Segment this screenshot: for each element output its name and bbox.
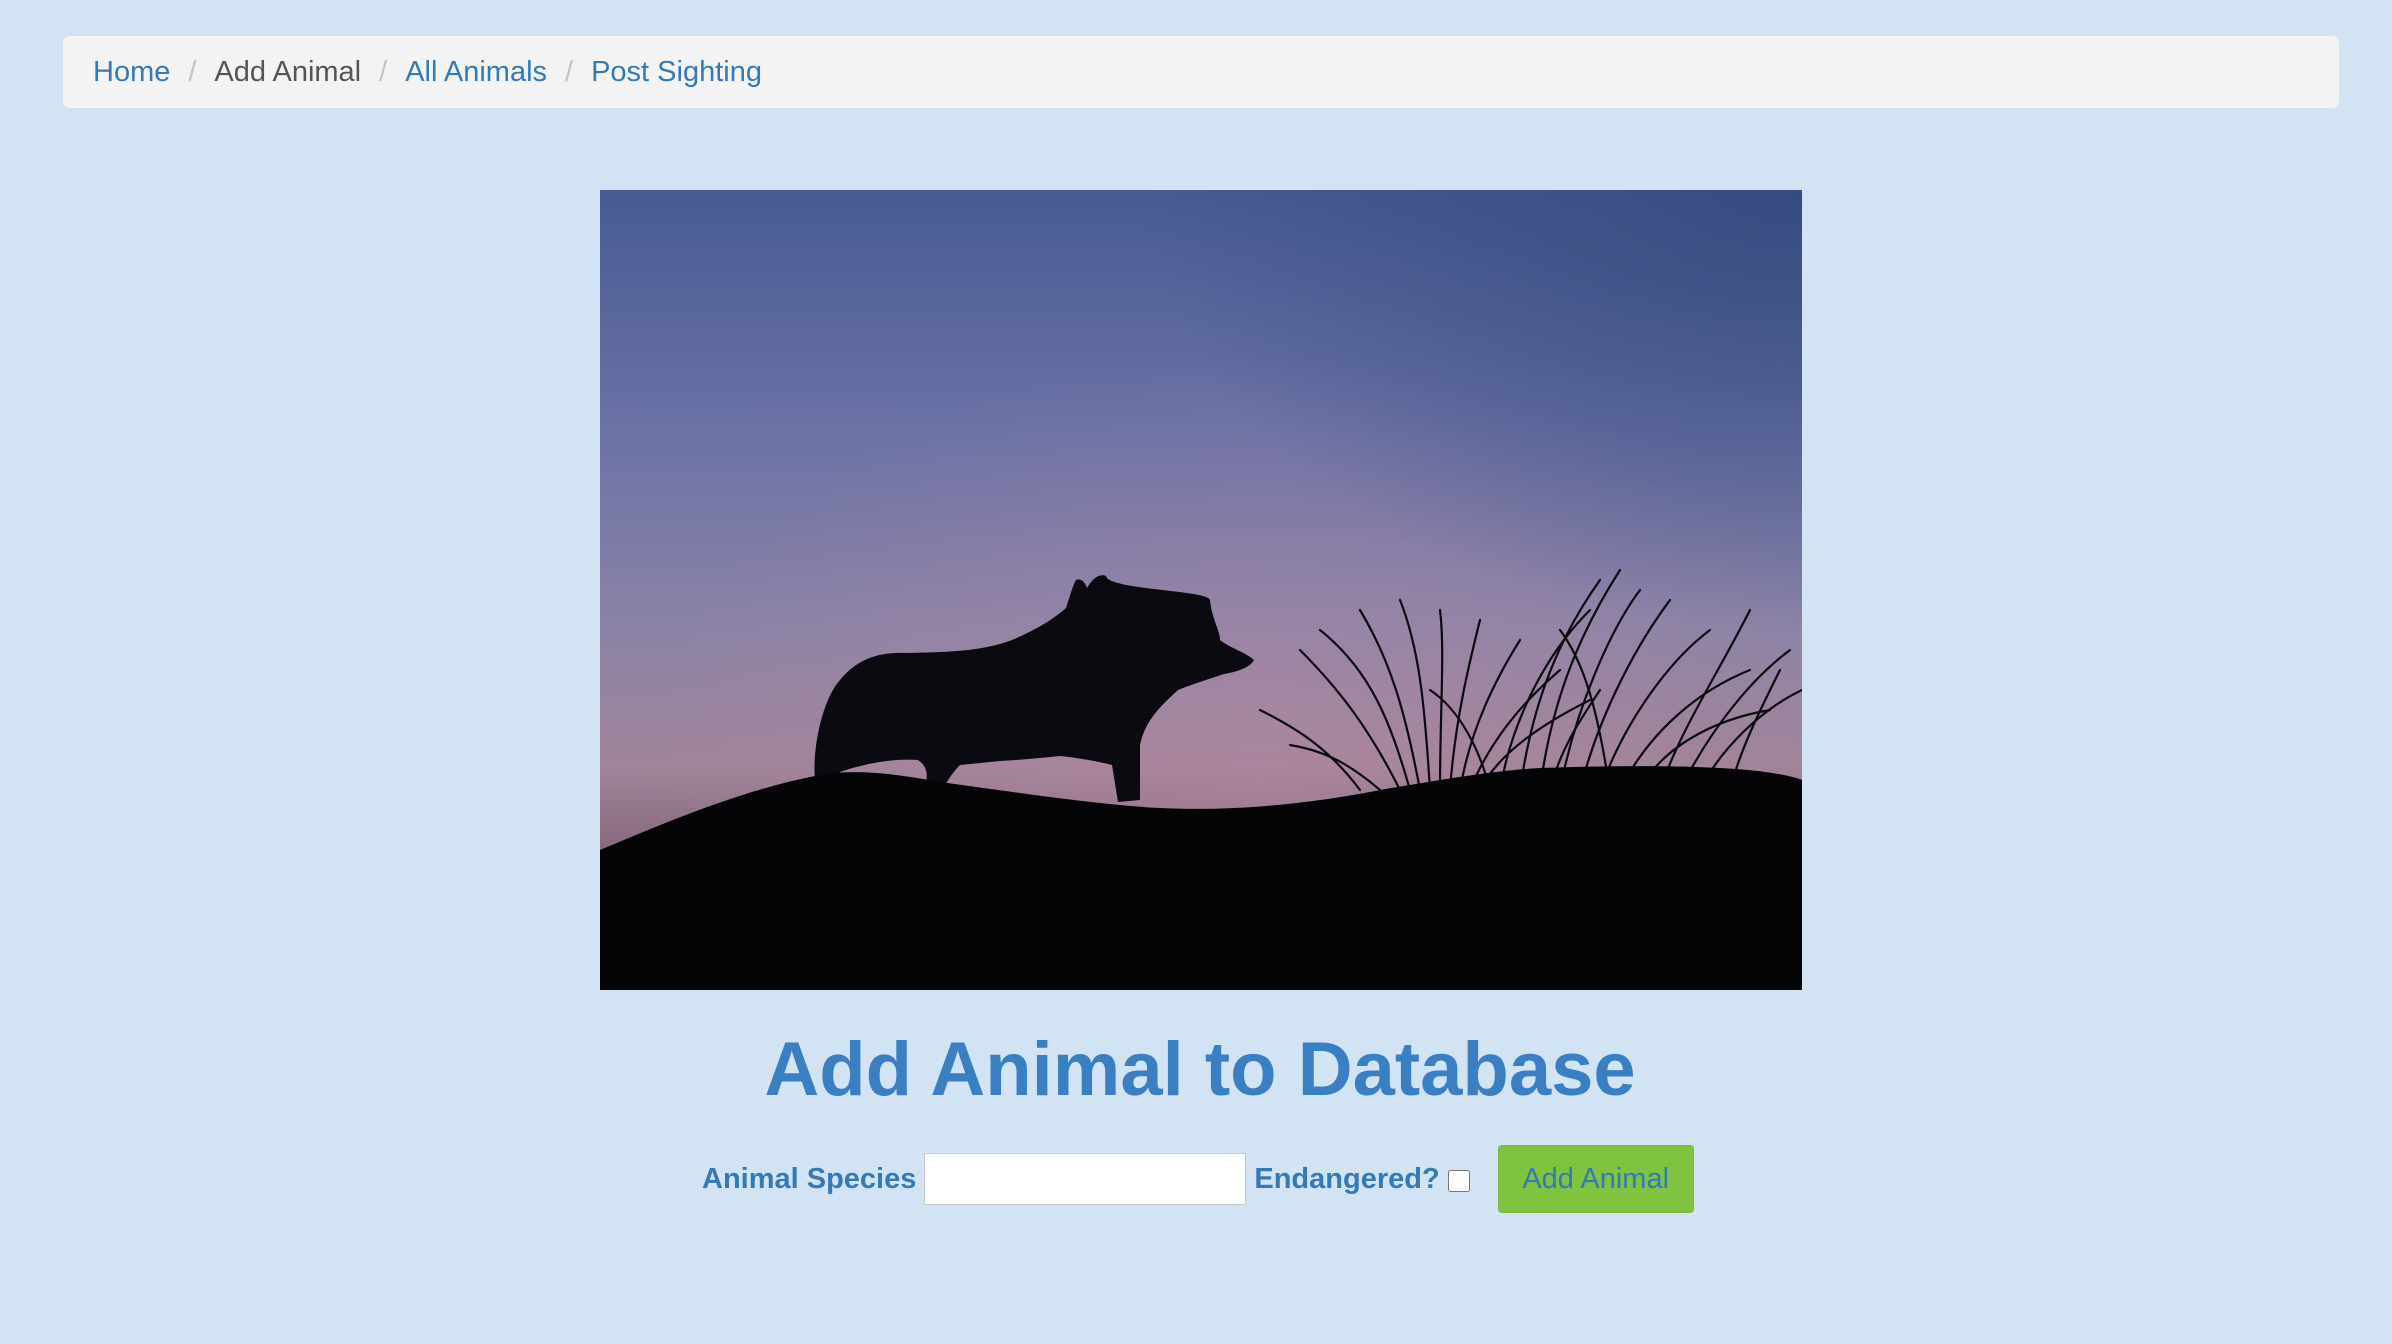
endangered-label: Endangered? [1254,1162,1440,1195]
wolf-silhouette-image [600,190,1802,990]
add-animal-form: Animal Species Endangered? Add Animal [702,1143,1694,1215]
page-title: Add Animal to Database [764,1027,1636,1112]
breadcrumb-separator: / [565,55,574,88]
breadcrumb-add-animal-current: Add Animal [214,55,362,88]
endangered-checkbox[interactable] [1447,1170,1470,1192]
breadcrumb-post-sighting-link[interactable]: Post Sighting [591,56,762,89]
breadcrumb-all-animals-link[interactable]: All Animals [405,56,547,89]
animal-species-label: Animal Species [702,1162,917,1195]
add-animal-button[interactable]: Add Animal [1497,1145,1694,1213]
animal-species-input[interactable] [924,1153,1247,1205]
breadcrumb: Home / Add Animal / All Animals / Post S… [63,36,2339,108]
breadcrumb-separator: / [379,55,388,88]
breadcrumb-home-link[interactable]: Home [93,56,170,89]
breadcrumb-separator: / [188,55,197,88]
